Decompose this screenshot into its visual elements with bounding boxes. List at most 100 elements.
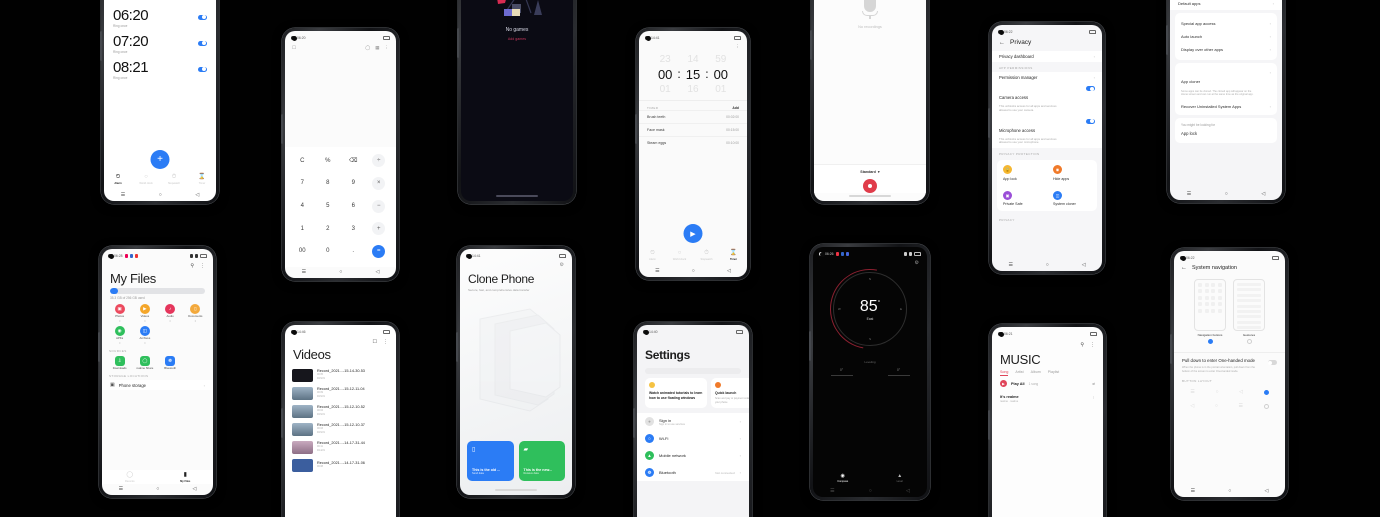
grid-item-hide-apps[interactable]: ◉ Hide apps <box>1047 160 1097 186</box>
suggestion-app-lock[interactable]: App lock <box>1181 131 1271 136</box>
key-percent[interactable]: % <box>316 150 341 172</box>
source-downloads[interactable]: ⇩ Downloads <box>107 355 132 371</box>
key-4[interactable]: 4 <box>290 195 315 217</box>
start-timer-button[interactable]: ▶ <box>683 224 703 243</box>
microphone-access-toggle[interactable] <box>1085 118 1095 124</box>
key-clear[interactable]: C <box>290 150 315 172</box>
camera-access-row[interactable]: Camera access This unblocks access for a… <box>992 83 1102 116</box>
old-phone-card[interactable]: ▯ This is the old ... Send data <box>467 441 514 481</box>
row-recover-system-apps[interactable]: Recover Uninstalled System Apps › <box>1181 100 1271 111</box>
key-plus[interactable]: + <box>367 218 392 240</box>
backspace-icon[interactable]: ⌫ <box>341 150 366 172</box>
back-icon[interactable]: ◁ <box>195 193 199 198</box>
tab-alarm[interactable]: ⏲ Alarm <box>639 250 666 261</box>
alarm-row[interactable]: 07:20 Ring once <box>104 33 216 54</box>
preview-gestures[interactable] <box>1233 279 1265 331</box>
tab-world-clock[interactable]: ○ World clock <box>132 174 160 185</box>
recents-icon[interactable]: ☰ <box>1187 192 1191 197</box>
category-videos[interactable]: ▶ Videos 0 <box>132 303 157 323</box>
more-icon[interactable]: ⋮ <box>385 45 390 51</box>
tab-level[interactable]: ▲ Level <box>897 473 903 483</box>
key-7[interactable]: 7 <box>290 173 315 195</box>
tab-playlist[interactable]: Playlist <box>1048 370 1059 376</box>
tab-album[interactable]: Album <box>1031 370 1041 376</box>
chevron-down-icon[interactable]: ▾ <box>878 170 880 174</box>
alarm-toggle[interactable] <box>197 40 207 47</box>
row-special-app-access[interactable]: Special app access › <box>1181 17 1271 30</box>
search-icon[interactable]: ⚲ <box>190 263 194 269</box>
more-icon[interactable]: ⋮ <box>1092 395 1095 399</box>
recents-icon[interactable]: ☰ <box>302 270 306 275</box>
gear-icon[interactable]: ⚙ <box>813 258 927 266</box>
home-icon[interactable]: ○ <box>159 193 162 198</box>
tutorial-card[interactable]: Watch animated tutorials to learn how to… <box>645 378 707 409</box>
back-icon[interactable]: ◁ <box>376 270 380 275</box>
permission-manager-row[interactable]: Permission manager › <box>992 72 1102 83</box>
grid-item-app-lock[interactable]: 🔒 App lock <box>997 160 1047 186</box>
source-realme-share[interactable]: ◯ realme Share <box>132 355 157 371</box>
recents-icon[interactable]: ☰ <box>119 487 123 492</box>
recents-icon[interactable]: ☰ <box>830 489 834 494</box>
home-icon[interactable]: ○ <box>1228 489 1231 494</box>
tab-my-files[interactable]: ▮ My Files <box>158 472 214 483</box>
alarm-row[interactable]: 08:21 Ring once <box>104 59 216 80</box>
key-minus[interactable]: − <box>367 195 392 217</box>
row-bluetooth[interactable]: ❁ Bluetooth Not connected › <box>637 464 749 481</box>
add-preset-button[interactable]: Add <box>732 106 739 110</box>
category-photos[interactable]: ▣ Photos 0 <box>107 303 132 323</box>
back-icon[interactable]: ◁ <box>1265 489 1269 494</box>
home-icon[interactable]: ○ <box>339 270 342 275</box>
category-audio[interactable]: ♪ Audio 0 <box>158 303 183 323</box>
key-5[interactable]: 5 <box>316 195 341 217</box>
shuffle-icon[interactable]: ⇄ <box>1092 382 1095 386</box>
tab-recents[interactable]: ◯ Recents <box>102 472 158 483</box>
privacy-dashboard-row[interactable]: Privacy dashboard › <box>992 51 1102 62</box>
radio-layout-2[interactable] <box>1263 403 1269 409</box>
back-icon[interactable]: ◁ <box>1261 192 1265 197</box>
home-indicator[interactable] <box>495 489 537 491</box>
timer-wheel[interactable]: 23 00 01 : 14 15 16 : 59 00 01 <box>639 50 747 95</box>
timer-hours-column[interactable]: 23 00 01 <box>658 54 672 95</box>
back-icon[interactable]: ◁ <box>906 489 910 494</box>
timer-seconds-column[interactable]: 59 00 01 <box>714 54 728 95</box>
play-all-row[interactable]: ▶ Play All 1 song ⇄ <box>992 376 1103 391</box>
home-icon[interactable]: ○ <box>1046 263 1049 268</box>
back-icon[interactable]: ◁ <box>727 269 731 274</box>
alarm-row[interactable]: 06:20 Ring once <box>104 7 216 28</box>
radio-gestures[interactable] <box>1246 339 1252 344</box>
search-icon[interactable]: ⚲ <box>1080 342 1084 348</box>
timer-preset-row[interactable]: Brush teeth 00:02:00 <box>639 110 747 123</box>
more-icon[interactable]: ⋮ <box>383 339 388 345</box>
home-icon[interactable]: ○ <box>1225 192 1228 197</box>
key-8[interactable]: 8 <box>316 173 341 195</box>
key-decimal[interactable]: . <box>341 240 366 262</box>
gear-icon[interactable]: ⚙ <box>460 260 572 268</box>
key-2[interactable]: 2 <box>316 218 341 240</box>
camera-access-toggle[interactable] <box>1085 86 1095 92</box>
row-display-over-other-apps[interactable]: Display over other apps › <box>1181 43 1271 56</box>
new-phone-card[interactable]: ▰ This is the new... Receive data <box>518 441 565 481</box>
home-indicator[interactable] <box>496 195 538 197</box>
home-indicator[interactable] <box>849 195 891 197</box>
add-games-link[interactable]: Add games <box>461 37 573 41</box>
tab-timer[interactable]: ⌛ Timer <box>188 174 216 185</box>
cast-icon[interactable]: ☐ <box>373 339 377 345</box>
button-layout-option-2[interactable]: ◁ ○ ☰ <box>1174 399 1285 413</box>
key-0[interactable]: 0 <box>316 240 341 262</box>
key-equals[interactable]: = <box>367 240 392 262</box>
tab-artist[interactable]: Artist <box>1015 370 1023 376</box>
radio-layout-1[interactable] <box>1263 389 1269 395</box>
more-icon[interactable]: ⋮ <box>639 42 747 50</box>
tab-stopwatch[interactable]: ⏱ Stopwatch <box>160 174 188 185</box>
key-1[interactable]: 1 <box>290 218 315 240</box>
key-multiply[interactable]: × <box>367 173 392 195</box>
recents-icon[interactable]: ☰ <box>1191 489 1195 494</box>
alarm-toggle[interactable] <box>197 66 207 73</box>
one-handed-toggle[interactable] <box>1267 360 1277 366</box>
grid-icon[interactable]: ▦ <box>375 45 379 51</box>
row-default-apps[interactable]: Default apps › <box>1170 0 1282 10</box>
row-app-cloner[interactable]: App cloner Some apps can be cloned. The … <box>1181 67 1271 100</box>
row-mobile-network[interactable]: ▲ Mobile network › <box>637 447 749 464</box>
video-row[interactable]: Record_2021...-15-12-11-04 00:09 9/15/21 <box>285 384 396 402</box>
more-icon[interactable]: ⋮ <box>1090 342 1095 348</box>
